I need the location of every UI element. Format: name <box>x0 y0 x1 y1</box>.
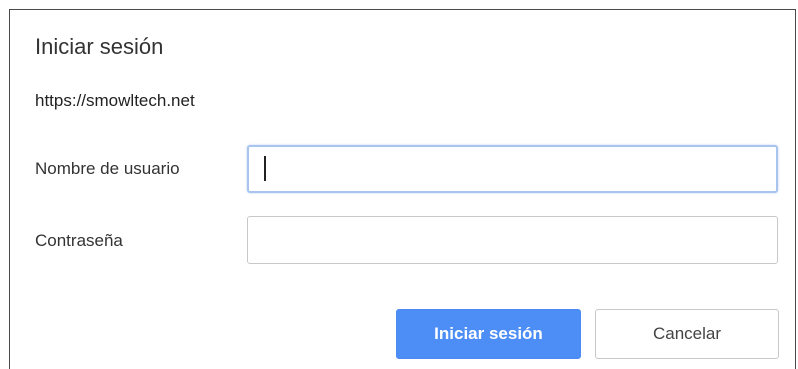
cancel-button[interactable]: Cancelar <box>595 309 779 359</box>
site-origin: https://smowltech.net <box>35 91 195 110</box>
dialog-title: Iniciar sesión <box>35 34 164 59</box>
username-field[interactable] <box>247 145 778 193</box>
password-field[interactable] <box>247 216 778 264</box>
username-label: Nombre de usuario <box>35 159 180 178</box>
text-caret <box>264 156 266 181</box>
login-dialog: Iniciar sesión https://smowltech.net Nom… <box>9 9 796 369</box>
password-label: Contraseña <box>35 231 123 250</box>
sign-in-button[interactable]: Iniciar sesión <box>396 309 581 359</box>
